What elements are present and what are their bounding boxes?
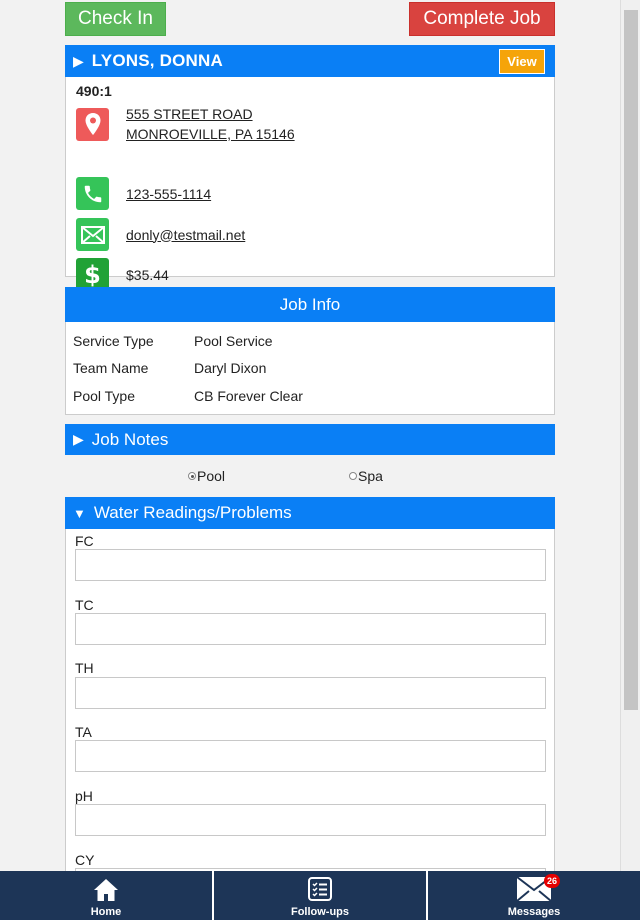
complete-job-button[interactable]: Complete Job <box>409 2 555 36</box>
body-type-selector: Pool Spa <box>65 468 555 486</box>
job-info-label: Pool Type <box>73 388 136 404</box>
customer-header[interactable]: ▶ LYONS, DONNA View <box>65 45 555 77</box>
address-line1-link[interactable]: 555 STREET ROAD <box>126 104 295 124</box>
nav-home[interactable]: Home <box>0 871 214 920</box>
job-info-row: Pool Type CB Forever Clear <box>73 388 303 404</box>
job-info-header: Job Info <box>65 287 555 322</box>
water-readings-body: FC TC TH TA pH CY <box>65 529 555 920</box>
expand-triangle-icon: ▶ <box>73 52 84 69</box>
customer-panel: ▶ LYONS, DONNA View 490:1 555 STREET ROA… <box>65 45 555 291</box>
job-notes-header[interactable]: ▶ Job Notes <box>65 424 555 455</box>
bottom-nav: Home Follow-ups 26 Messages <box>0 871 640 920</box>
job-info-value: CB Forever Clear <box>194 388 303 404</box>
job-notes-panel: ▶ Job Notes <box>65 424 555 455</box>
view-customer-button[interactable]: View <box>499 49 545 74</box>
customer-details: 490:1 555 STREET ROAD MONROEVILLE, PA 15… <box>65 77 555 291</box>
ph-label: pH <box>75 788 93 804</box>
expand-triangle-icon: ▶ <box>73 431 84 447</box>
nav-follow-ups[interactable]: Follow-ups <box>214 871 428 920</box>
scrollbar-thumb[interactable] <box>624 10 638 710</box>
radio-unselected-icon <box>349 472 357 480</box>
email-link[interactable]: donly@testmail.net <box>126 225 245 245</box>
job-info-label: Service Type <box>73 333 154 349</box>
checklist-icon <box>307 876 333 905</box>
nav-home-label: Home <box>90 906 122 918</box>
account-number: 490:1 <box>76 83 112 99</box>
th-label: TH <box>75 660 94 676</box>
home-icon <box>93 878 119 905</box>
envelope-icon <box>76 218 109 251</box>
nav-messages-label: Messages <box>507 906 561 918</box>
phone-link[interactable]: 123-555-1114 <box>126 184 211 204</box>
top-action-bar: Check In Complete Job <box>65 2 555 36</box>
page-scrollbar[interactable] <box>620 0 640 920</box>
nav-messages[interactable]: 26 Messages <box>428 871 640 920</box>
ta-label: TA <box>75 724 92 740</box>
email-row: donly@testmail.net <box>76 218 245 251</box>
job-info-row: Service Type Pool Service <box>73 333 273 349</box>
ta-input[interactable] <box>75 740 546 772</box>
ph-input[interactable] <box>75 804 546 836</box>
job-info-label: Team Name <box>73 360 149 376</box>
phone-row: 123-555-1114 <box>76 177 211 210</box>
job-info-panel: Job Info Service Type Pool Service Team … <box>65 287 555 415</box>
job-info-value: Daryl Dixon <box>194 360 267 376</box>
fc-input[interactable] <box>75 549 546 581</box>
spa-radio-label: Spa <box>358 468 383 484</box>
job-info-body: Service Type Pool Service Team Name Dary… <box>65 322 555 415</box>
job-info-value: Pool Service <box>194 333 273 349</box>
check-in-button[interactable]: Check In <box>65 2 166 36</box>
job-info-row: Team Name Daryl Dixon <box>73 360 266 376</box>
phone-icon <box>76 177 109 210</box>
address-line2-link[interactable]: MONROEVILLE, PA 15146 <box>126 124 295 144</box>
water-readings-title: Water Readings/Problems <box>93 503 292 522</box>
address-row: 555 STREET ROAD MONROEVILLE, PA 15146 <box>76 104 295 144</box>
tc-input[interactable] <box>75 613 546 645</box>
tc-label: TC <box>75 597 94 613</box>
water-readings-header[interactable]: ▼ Water Readings/Problems <box>65 497 555 529</box>
collapse-triangle-icon: ▼ <box>73 505 86 521</box>
customer-name: LYONS, DONNA <box>91 51 223 70</box>
nav-follow-ups-label: Follow-ups <box>290 906 350 918</box>
cy-label: CY <box>75 852 95 868</box>
messages-badge: 26 <box>544 874 560 888</box>
balance-value: $35.44 <box>126 266 169 283</box>
radio-selected-icon <box>188 472 196 480</box>
pool-radio-label: Pool <box>197 468 226 484</box>
pool-radio[interactable]: Pool <box>188 468 225 484</box>
water-readings-panel: ▼ Water Readings/Problems FC TC TH TA pH… <box>65 497 555 920</box>
fc-label: FC <box>75 533 94 549</box>
th-input[interactable] <box>75 677 546 709</box>
job-page: Check In Complete Job ▶ LYONS, DONNA Vie… <box>0 0 620 920</box>
job-notes-title: Job Notes <box>91 429 169 449</box>
spa-radio[interactable]: Spa <box>349 468 383 484</box>
map-pin-icon <box>76 107 109 141</box>
